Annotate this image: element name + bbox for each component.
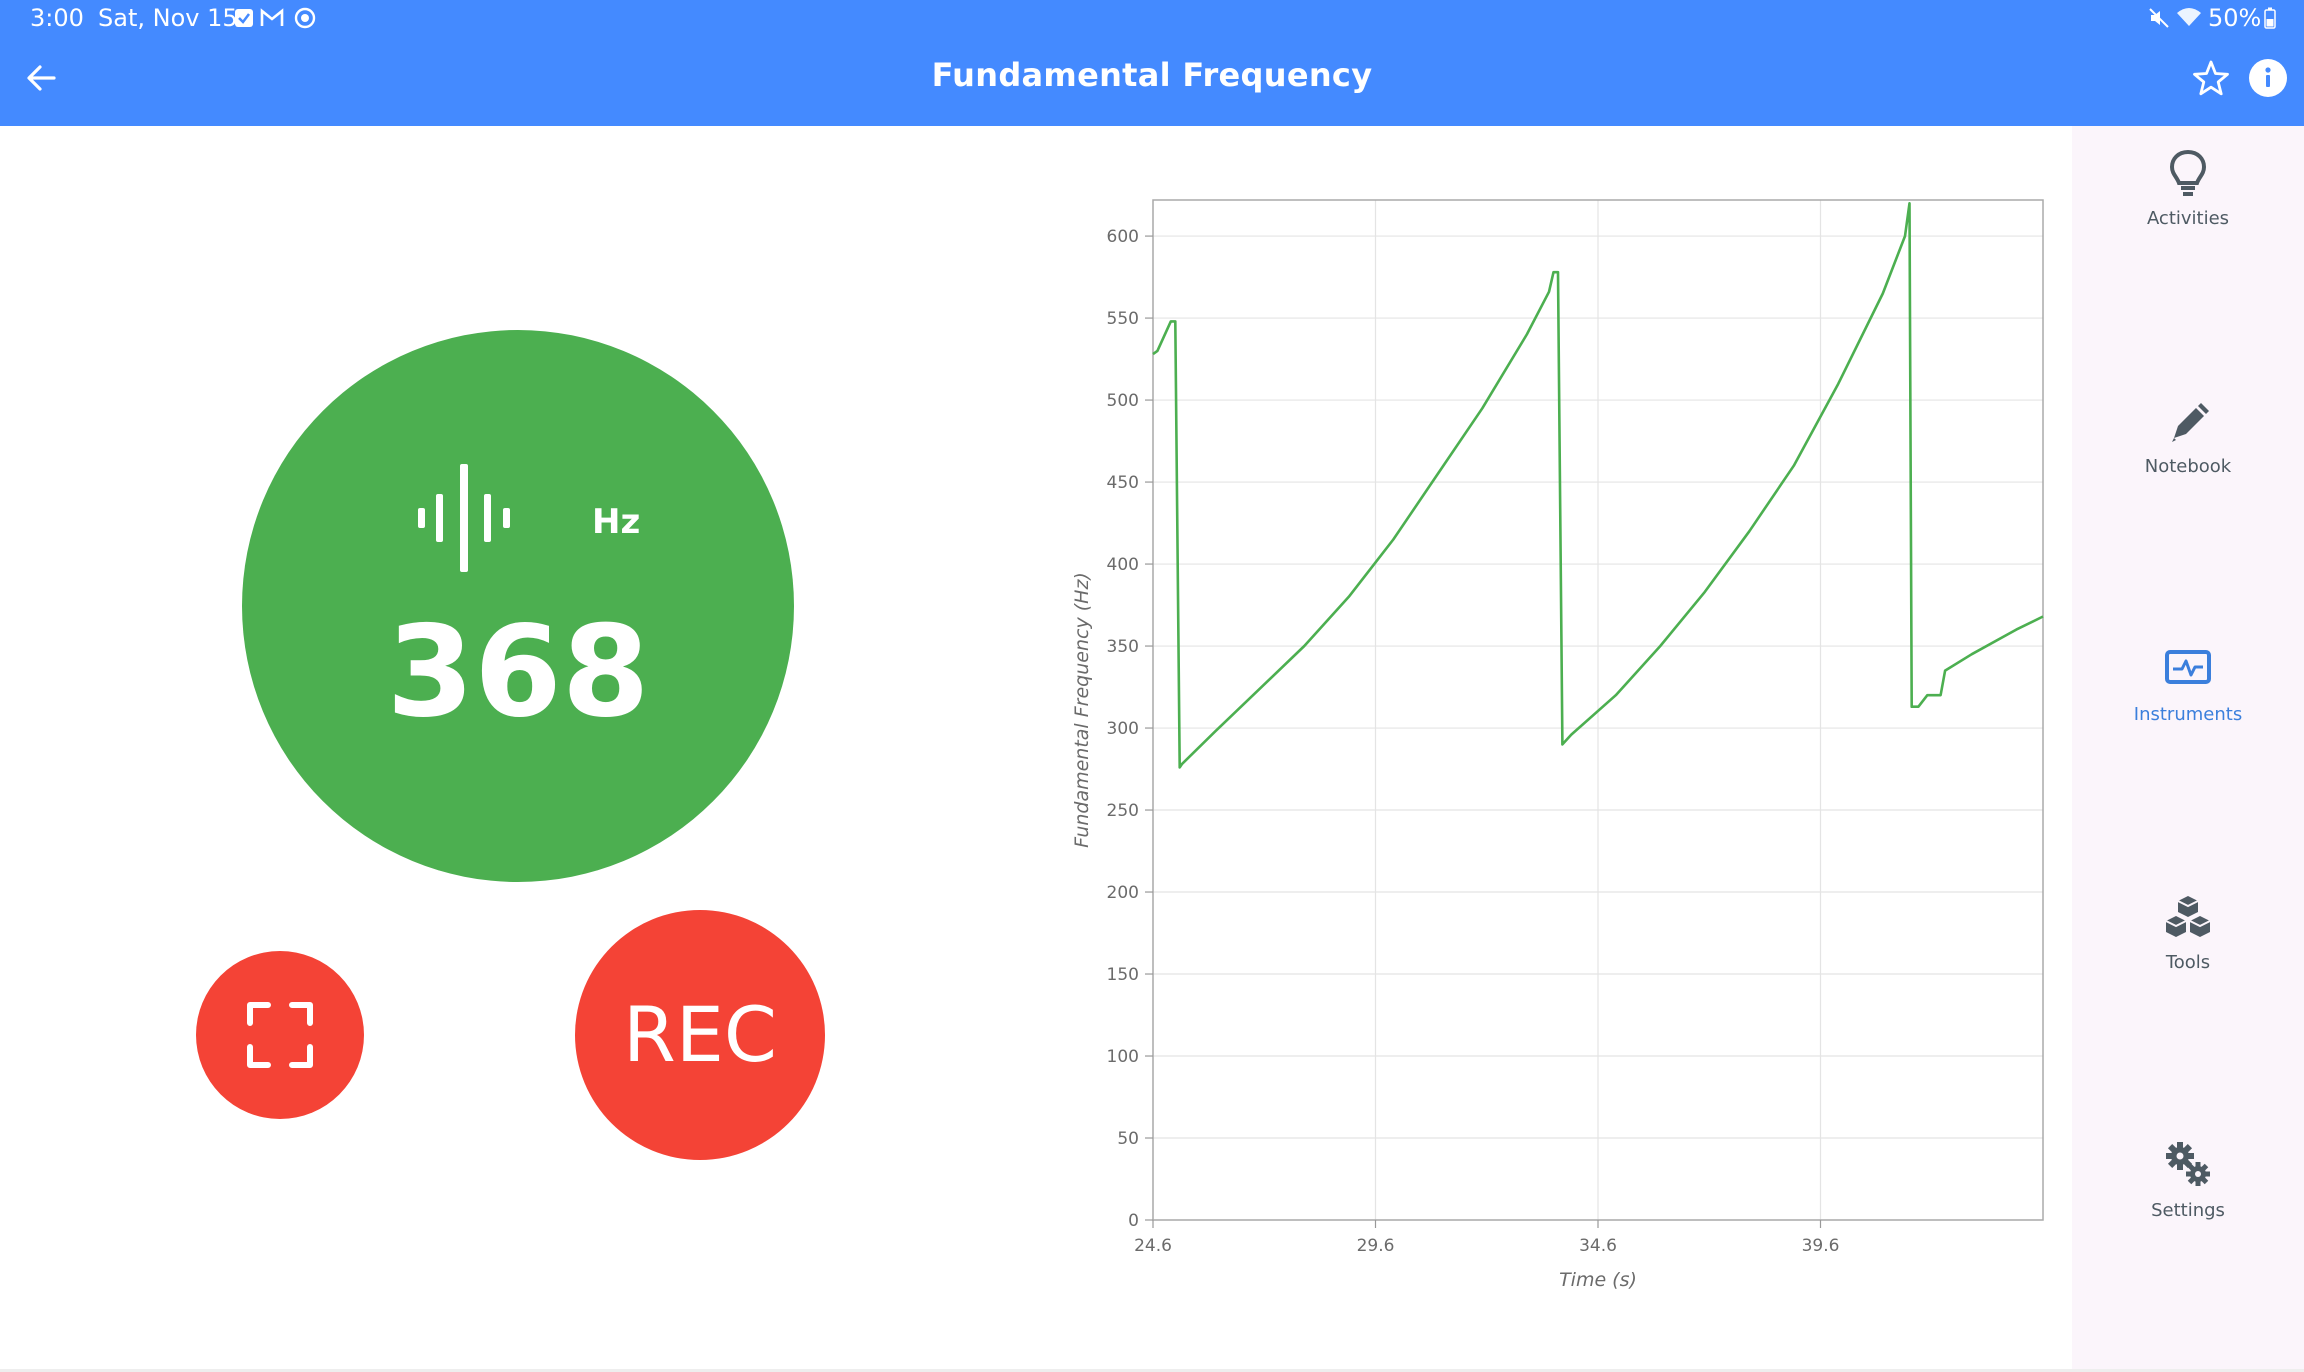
- sidebar-item-notebook[interactable]: Notebook: [2072, 384, 2304, 584]
- x-tick-label: 24.6: [1134, 1236, 1172, 1256]
- cubes-icon: [2165, 896, 2211, 937]
- page-title: Fundamental Frequency: [931, 56, 1373, 94]
- star-outline-icon: [2193, 60, 2229, 96]
- y-tick-label: 50: [1117, 1129, 1139, 1149]
- sidebar-item-settings[interactable]: Settings: [2072, 1128, 2304, 1328]
- gears-icon: [2166, 1142, 2210, 1186]
- sidebar-item-activities[interactable]: Activities: [2072, 136, 2304, 336]
- y-tick-label: 200: [1107, 883, 1139, 903]
- sidebar-item-label: Activities: [2146, 208, 2230, 229]
- x-tick-label: 29.6: [1357, 1236, 1395, 1256]
- lightbulb-icon: [2169, 149, 2207, 196]
- app-notification-icon: [294, 7, 316, 29]
- sidebar-item-label: Settings: [2151, 1200, 2225, 1221]
- y-tick-label: 600: [1107, 227, 1139, 247]
- y-tick-label: 250: [1107, 801, 1139, 821]
- favorite-button[interactable]: [2183, 50, 2239, 106]
- sidebar-item-label: Instruments: [2133, 704, 2243, 725]
- sidebar-item-label: Tools: [2165, 952, 2211, 973]
- gmail-icon: [260, 8, 284, 26]
- sidebar-item-label: Notebook: [2144, 456, 2232, 477]
- x-axis-title: Time (s): [1559, 1269, 1637, 1291]
- status-time: 3:00: [30, 4, 84, 32]
- status-date: Sat, Nov 15: [98, 4, 238, 32]
- frequency-unit: Hz: [592, 502, 641, 542]
- wifi-icon: [2177, 8, 2201, 26]
- x-tick-label: 34.6: [1579, 1236, 1617, 1256]
- pencil-icon: [2172, 403, 2209, 442]
- y-tick-label: 500: [1107, 391, 1139, 411]
- x-tick-label: 39.6: [1802, 1236, 1840, 1256]
- checkbox-icon: [235, 9, 253, 27]
- y-axis-title: Fundamental Frequency (Hz): [1071, 572, 1093, 848]
- sidebar-item-tools[interactable]: Tools: [2072, 880, 2304, 1080]
- battery-percent: 50%: [2208, 4, 2262, 32]
- y-tick-label: 450: [1107, 473, 1139, 493]
- battery-icon: [2264, 7, 2276, 29]
- y-tick-label: 100: [1107, 1047, 1139, 1067]
- app-bar: 3:00 Sat, Nov 15 50% Fundamental Frequen…: [0, 0, 2304, 126]
- y-tick-label: 550: [1107, 309, 1139, 329]
- frequency-chart: 0 50 100 150 200 250 300 350 400 450 500 550 600 24.…: [1071, 199, 2044, 1291]
- mute-icon: [2149, 8, 2169, 28]
- instrument-monitor-icon: [2165, 650, 2211, 684]
- info-icon: [2249, 59, 2287, 97]
- status-bar: 3:00 Sat, Nov 15 50%: [0, 0, 2304, 38]
- y-tick-label: 0: [1128, 1211, 1139, 1231]
- y-tick-label: 400: [1107, 555, 1139, 575]
- y-tick-label: 300: [1107, 719, 1139, 739]
- y-axis-ticks: 0 50 100 150 200 250 300 350 400 450 500 550 600: [1107, 227, 1153, 1231]
- frequency-value: 368: [386, 598, 650, 745]
- fullscreen-icon: [247, 1002, 313, 1068]
- y-tick-label: 150: [1107, 965, 1139, 985]
- sidebar-item-instruments[interactable]: Instruments: [2072, 632, 2304, 832]
- x-axis-ticks: 24.6 29.6 34.6 39.6: [1134, 1220, 1839, 1256]
- y-tick-label: 350: [1107, 637, 1139, 657]
- navigation-sidebar: Activities Notebook Instruments Tools Se…: [2072, 126, 2304, 1370]
- fullscreen-button[interactable]: [196, 951, 364, 1119]
- sound-wave-icon: [418, 464, 510, 572]
- record-button[interactable]: REC: [575, 910, 825, 1160]
- info-button[interactable]: [2240, 50, 2296, 106]
